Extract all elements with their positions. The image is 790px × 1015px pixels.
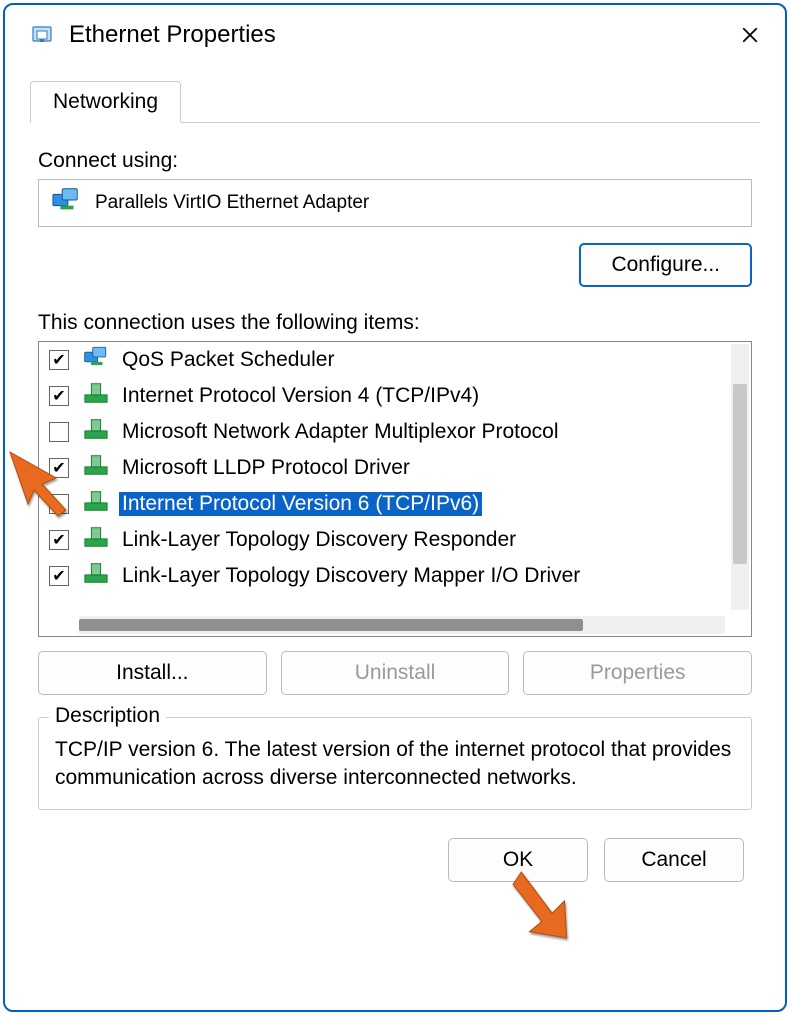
list-item[interactable]: ✔ Link-Layer Topology Discovery Responde… (39, 522, 727, 558)
item-label: Link-Layer Topology Discovery Responder (119, 528, 519, 552)
item-checkbox[interactable] (49, 494, 69, 514)
item-label: Microsoft LLDP Protocol Driver (119, 456, 413, 480)
description-group: Description TCP/IP version 6. The latest… (38, 717, 752, 810)
list-item[interactable]: ✔ Link-Layer Topology Discovery Mapper I… (39, 558, 727, 594)
configure-button[interactable]: Configure... (579, 243, 752, 287)
protocol-icon (83, 489, 109, 519)
protocol-icon (83, 381, 109, 411)
cancel-button[interactable]: Cancel (604, 838, 744, 882)
item-checkbox[interactable]: ✔ (49, 530, 69, 550)
network-adapter-icon (83, 345, 109, 375)
item-label: Internet Protocol Version 4 (TCP/IPv4) (119, 384, 482, 408)
description-group-title: Description (49, 704, 166, 728)
item-label: QoS Packet Scheduler (119, 348, 337, 372)
uninstall-button: Uninstall (281, 651, 510, 695)
adapter-field[interactable]: Parallels VirtIO Ethernet Adapter (38, 179, 752, 227)
item-label: Internet Protocol Version 6 (TCP/IPv6) (119, 492, 482, 516)
item-label: Microsoft Network Adapter Multiplexor Pr… (119, 420, 562, 444)
item-checkbox[interactable]: ✔ (49, 350, 69, 370)
list-item[interactable]: Microsoft Network Adapter Multiplexor Pr… (39, 414, 727, 450)
description-text: TCP/IP version 6. The latest version of … (55, 736, 735, 793)
install-button[interactable]: Install... (38, 651, 267, 695)
item-checkbox[interactable]: ✔ (49, 386, 69, 406)
tab-strip: Networking (30, 77, 760, 123)
item-label: Link-Layer Topology Discovery Mapper I/O… (119, 564, 583, 588)
list-item[interactable]: ✔ QoS Packet Scheduler (39, 342, 727, 378)
vertical-scrollbar[interactable] (731, 344, 749, 610)
items-listbox[interactable]: ✔ QoS Packet Scheduler✔ Internet Protoco… (38, 341, 752, 637)
network-adapter-icon (51, 186, 81, 220)
dialog-content: Networking Connect using: Parallels Virt… (5, 65, 785, 882)
list-item[interactable]: ✔ Internet Protocol Version 4 (TCP/IPv4) (39, 378, 727, 414)
protocol-icon (83, 525, 109, 555)
networking-pane: Connect using: Parallels VirtIO Ethernet… (30, 131, 760, 882)
connect-using-label: Connect using: (38, 149, 752, 173)
list-item[interactable]: ✔ Microsoft LLDP Protocol Driver (39, 450, 727, 486)
protocol-icon (83, 417, 109, 447)
vertical-scroll-thumb[interactable] (733, 384, 747, 564)
items-label: This connection uses the following items… (38, 311, 752, 335)
properties-button: Properties (523, 651, 752, 695)
protocol-icon (83, 453, 109, 483)
adapter-name: Parallels VirtIO Ethernet Adapter (95, 192, 369, 214)
horizontal-scroll-thumb[interactable] (79, 619, 583, 631)
dialog-window: Ethernet Properties Networking Connect u… (3, 3, 787, 1012)
window-title: Ethernet Properties (69, 21, 730, 49)
horizontal-scrollbar[interactable] (79, 616, 725, 634)
item-checkbox[interactable]: ✔ (49, 458, 69, 478)
title-bar: Ethernet Properties (5, 5, 785, 65)
item-checkbox[interactable]: ✔ (49, 566, 69, 586)
ethernet-port-icon (30, 23, 54, 47)
tab-networking[interactable]: Networking (30, 81, 181, 123)
close-button[interactable] (730, 15, 770, 55)
protocol-icon (83, 561, 109, 591)
item-checkbox[interactable] (49, 422, 69, 442)
list-item[interactable]: Internet Protocol Version 6 (TCP/IPv6) (39, 486, 727, 522)
ok-button[interactable]: OK (448, 838, 588, 882)
